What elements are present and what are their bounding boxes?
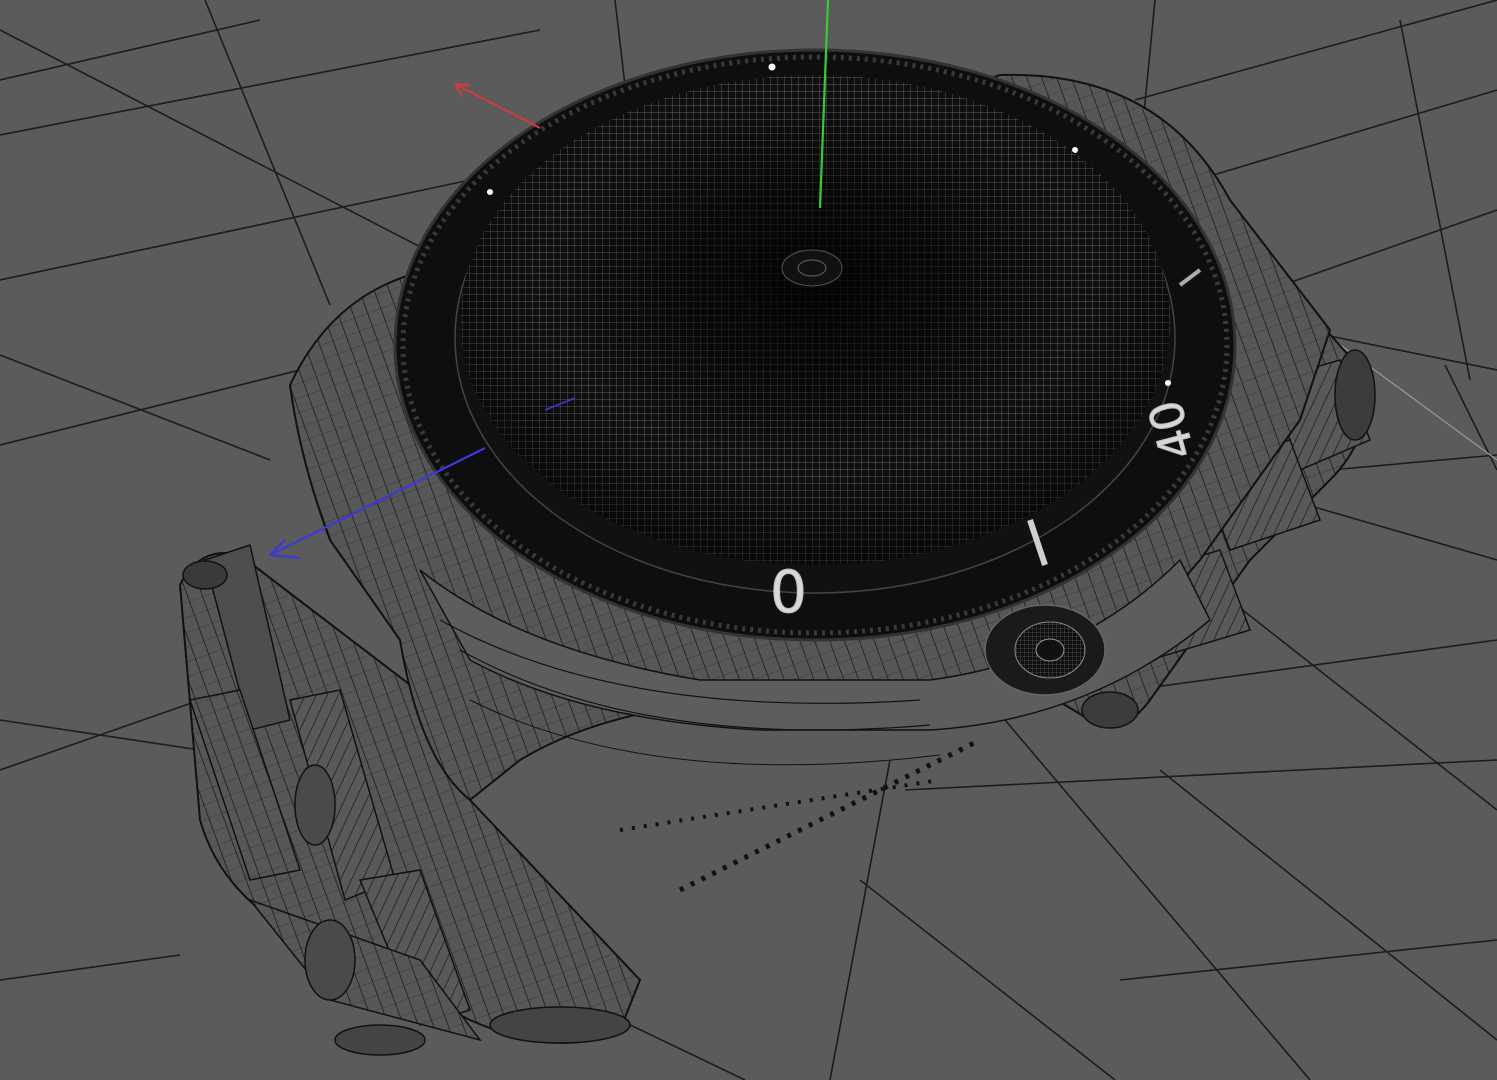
dial-center-pin — [781, 249, 843, 287]
bezel-marker — [487, 189, 493, 195]
3d-viewport[interactable]: 0 40 — [0, 0, 1497, 1080]
x-axis-handle[interactable] — [454, 83, 541, 129]
bezel-marker — [1165, 380, 1171, 386]
bezel-marker — [768, 63, 776, 71]
watch-dial[interactable] — [460, 75, 1170, 565]
viewport-canvas[interactable]: 0 40 — [0, 0, 1497, 1080]
crown-knob[interactable] — [984, 604, 1106, 696]
bezel-number-zero: 0 — [770, 558, 807, 626]
